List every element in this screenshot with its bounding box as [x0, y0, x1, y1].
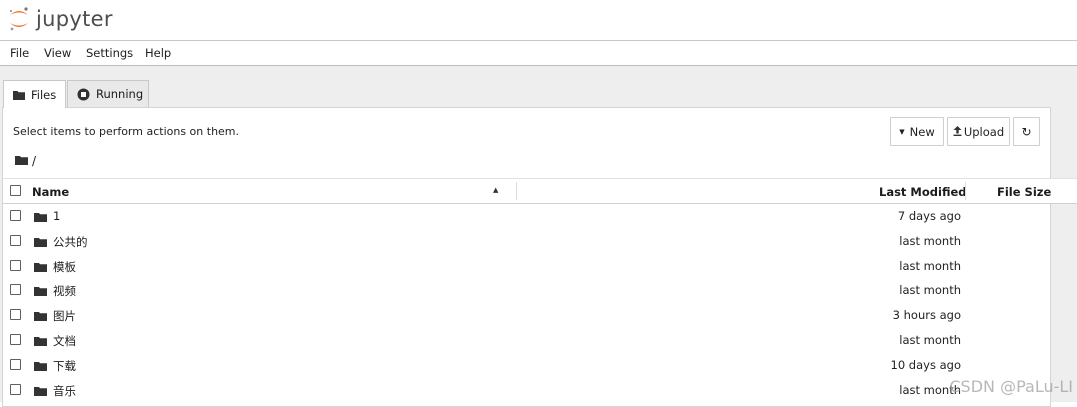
folder-icon	[34, 285, 47, 299]
table-row[interactable]: 视频 last month	[3, 277, 1051, 302]
column-divider	[516, 182, 517, 200]
folder-icon	[34, 385, 47, 399]
refresh-icon: ↻	[1021, 124, 1032, 139]
row-checkbox[interactable]	[10, 309, 21, 321]
folder-icon	[34, 335, 47, 349]
row-checkbox[interactable]	[10, 334, 21, 345]
last-modified: last month	[899, 258, 961, 273]
tab-files-label: Files	[31, 87, 57, 102]
column-name[interactable]: Name	[32, 185, 69, 199]
sort-ascending-icon[interactable]: ▲	[493, 186, 498, 194]
file-name[interactable]: 图片	[53, 308, 76, 324]
last-modified: 10 days ago	[890, 357, 961, 372]
breadcrumb: /	[15, 154, 36, 168]
menu-file[interactable]: File	[10, 46, 29, 60]
table-row[interactable]: 公共的 last month	[3, 228, 1051, 253]
folder-icon	[34, 360, 47, 374]
logo-text: jupyter	[36, 7, 113, 31]
jupyter-logo-icon	[8, 6, 30, 32]
tab-running[interactable]: Running	[67, 80, 149, 107]
menu-settings[interactable]: Settings	[86, 46, 133, 60]
file-name[interactable]: 公共的	[53, 234, 88, 250]
menu-view[interactable]: View	[44, 46, 71, 60]
menu-help[interactable]: Help	[145, 46, 171, 60]
table-row[interactable]: 模板 last month	[3, 253, 1051, 278]
file-name[interactable]: 音乐	[53, 383, 76, 399]
last-modified: 3 hours ago	[892, 308, 961, 323]
upload-button-label: Upload	[963, 124, 1005, 139]
new-button[interactable]: ▼ New	[890, 117, 944, 146]
breadcrumb-path[interactable]: /	[32, 154, 36, 168]
select-all-checkbox[interactable]	[10, 185, 21, 196]
last-modified: last month	[899, 233, 961, 248]
tab-files[interactable]: Files	[3, 80, 66, 108]
running-icon	[77, 88, 90, 101]
breadcrumb-folder-icon[interactable]	[15, 154, 28, 168]
file-name[interactable]: 文档	[53, 333, 76, 349]
folder-icon	[34, 211, 47, 225]
folder-icon	[34, 310, 47, 324]
file-name[interactable]: 模板	[53, 259, 76, 275]
folder-icon	[13, 90, 25, 100]
table-row[interactable]: 下载 10 days ago	[3, 352, 1051, 377]
column-file-size[interactable]: File Size	[997, 185, 1051, 199]
selection-message: Select items to perform actions on them.	[13, 125, 240, 138]
watermark: CSDN @PaLu-LI	[949, 377, 1073, 396]
upload-icon	[953, 125, 962, 139]
table-header: Name ▲ Last Modified File Size	[3, 178, 1077, 204]
jupyter-logo[interactable]: jupyter	[8, 6, 113, 32]
tab-running-label: Running	[96, 87, 144, 101]
last-modified: 7 days ago	[897, 209, 961, 223]
upload-button[interactable]: Upload	[947, 117, 1010, 146]
top-bar: jupyter	[0, 0, 1077, 41]
row-checkbox[interactable]	[10, 210, 21, 221]
table-row[interactable]: 文档 last month	[3, 327, 1051, 352]
folder-icon	[34, 236, 47, 250]
menu-bar: File View Settings Help	[0, 41, 1077, 66]
last-modified: last month	[899, 333, 961, 347]
folder-icon	[34, 261, 47, 275]
refresh-button[interactable]: ↻	[1013, 117, 1040, 146]
row-checkbox[interactable]	[10, 234, 21, 246]
file-name[interactable]: 视频	[53, 283, 76, 299]
file-name[interactable]: 下载	[53, 358, 76, 374]
caret-down-icon: ▼	[899, 127, 905, 136]
table-row[interactable]: 1 7 days ago	[3, 203, 1051, 228]
column-divider	[965, 182, 966, 200]
table-row[interactable]: 图片 3 hours ago	[3, 302, 1051, 327]
row-checkbox[interactable]	[10, 358, 21, 370]
column-last-modified[interactable]: Last Modified	[879, 185, 967, 199]
new-button-label: New	[909, 124, 935, 139]
table-row[interactable]: 音乐 last month	[3, 377, 1051, 402]
row-checkbox[interactable]	[10, 259, 21, 271]
file-name[interactable]: 1	[53, 209, 60, 223]
row-checkbox[interactable]	[10, 284, 21, 296]
row-checkbox[interactable]	[10, 383, 21, 395]
last-modified: last month	[899, 283, 961, 298]
